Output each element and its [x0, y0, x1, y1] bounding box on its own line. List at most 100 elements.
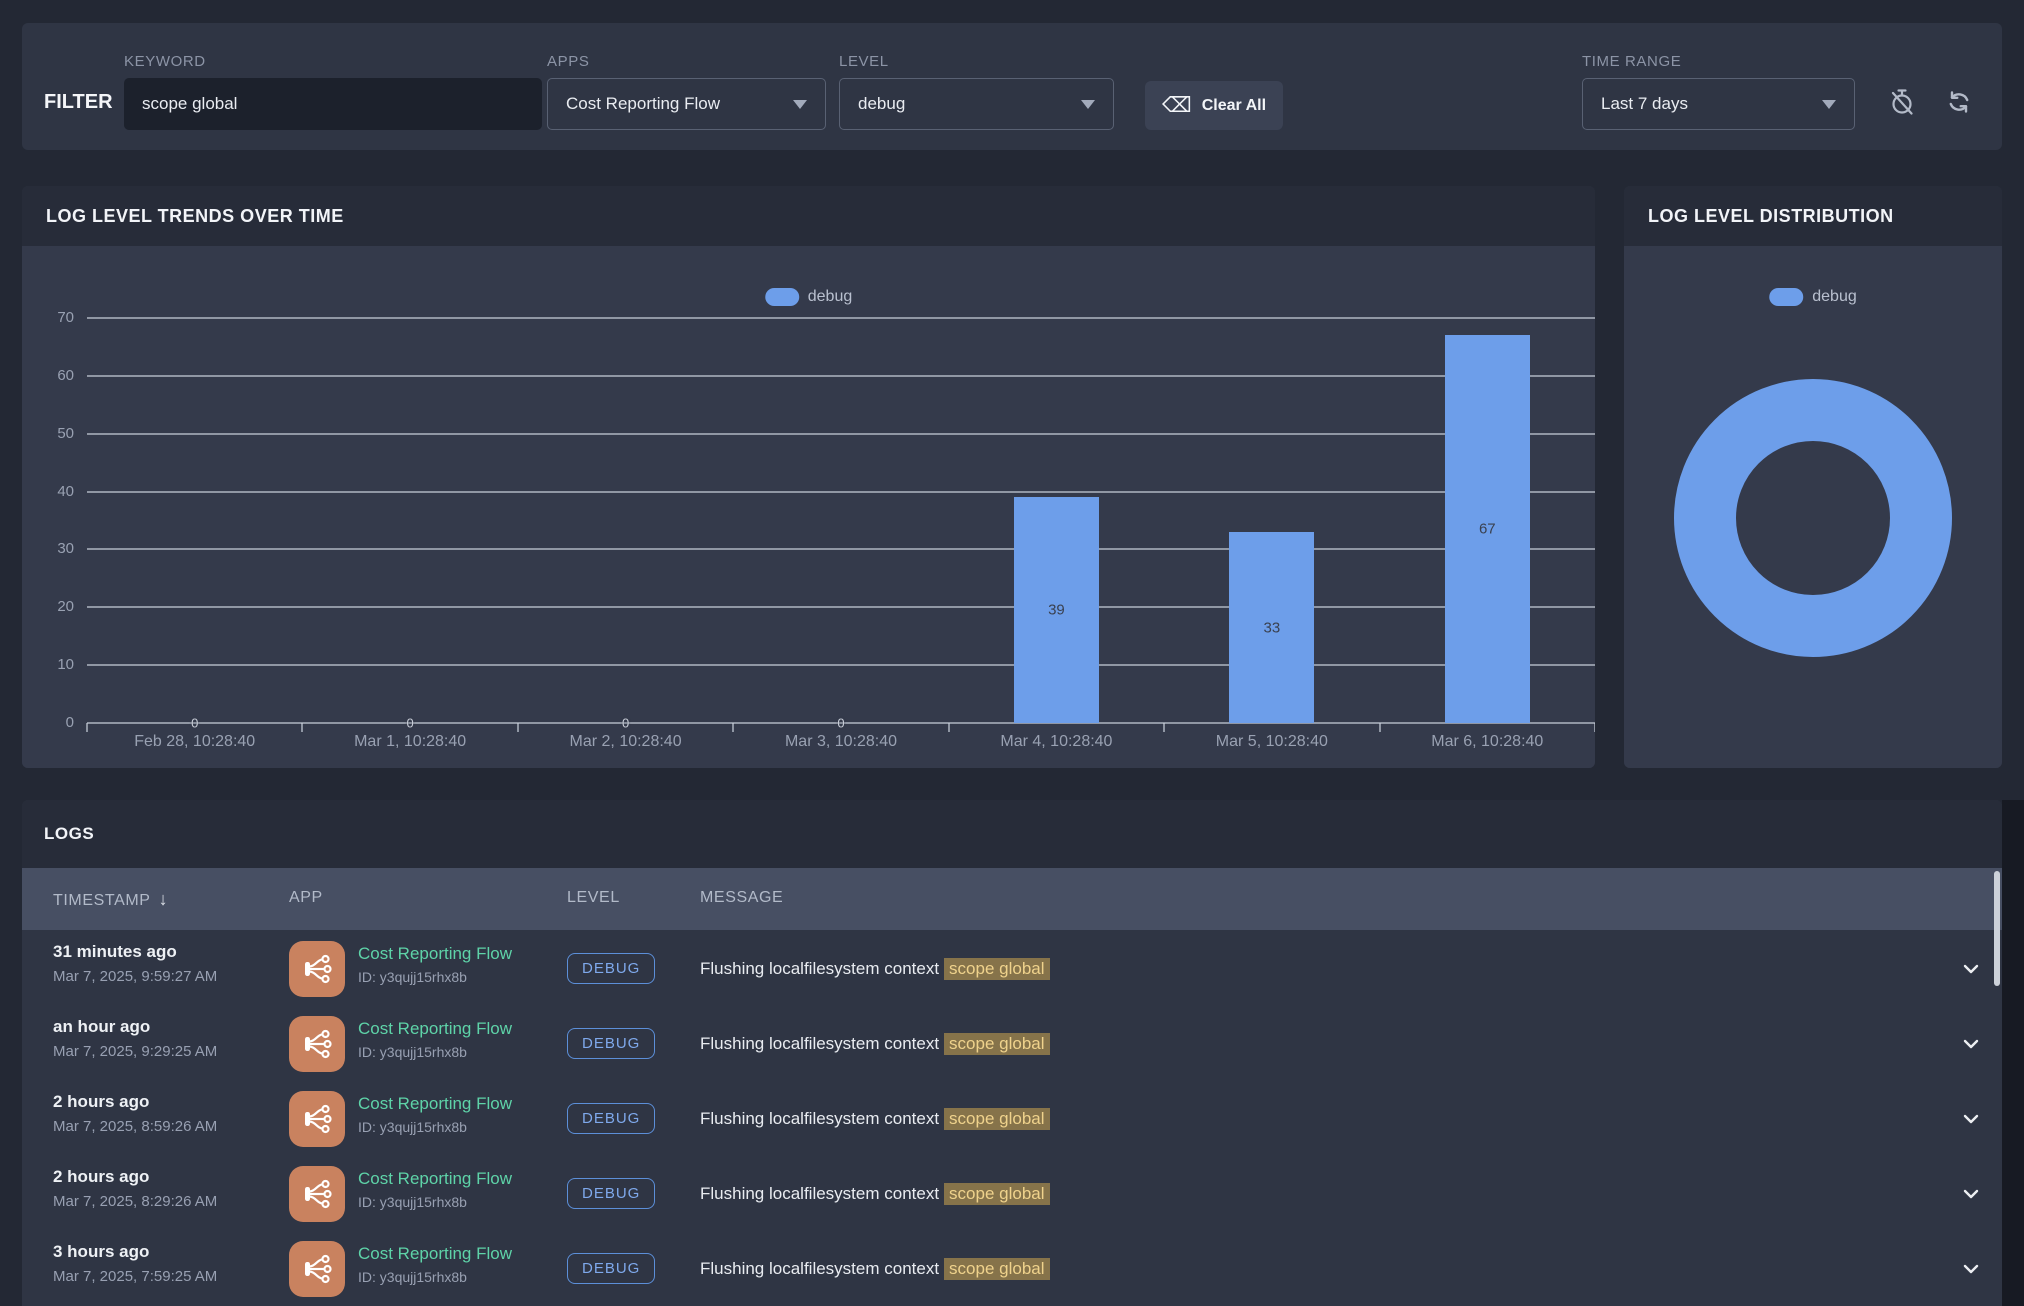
chevron-down-icon[interactable] [1960, 1258, 1982, 1285]
column-header-app[interactable]: APP [289, 889, 323, 907]
level-badge: DEBUG [567, 953, 655, 984]
filter-bar: FILTER KEYWORD APPS Cost Reporting Flow … [22, 23, 2002, 150]
log-dashboard: FILTER KEYWORD APPS Cost Reporting Flow … [0, 0, 2024, 1306]
gridline [87, 491, 1595, 493]
scrollbar-gutter [2002, 800, 2024, 1306]
legend-swatch-debug [1769, 288, 1803, 306]
message-text: Flushing localfilesystem context [700, 1184, 939, 1204]
axis-tick [301, 723, 303, 732]
message-highlight: scope global [944, 958, 1049, 980]
level-badge: DEBUG [567, 1028, 655, 1059]
app-name-link[interactable]: Cost Reporting Flow [358, 1019, 512, 1039]
level-select[interactable]: debug [839, 78, 1114, 130]
gridline [87, 548, 1595, 550]
legend[interactable]: debug [1769, 288, 1857, 306]
refresh-button[interactable] [1944, 87, 1974, 117]
keyword-input[interactable] [124, 78, 542, 130]
app-name-link[interactable]: Cost Reporting Flow [358, 1169, 512, 1189]
workflow-icon [289, 1091, 345, 1147]
bar-chart: debug 010203040506070Feb 28, 10:28:400Ma… [22, 246, 1595, 768]
log-message: Flushing localfilesystem contextscope gl… [700, 1006, 1050, 1081]
trends-panel-header: LOG LEVEL TRENDS OVER TIME [22, 186, 1595, 246]
relative-time: 2 hours ago [53, 1092, 149, 1112]
y-tick-label: 40 [22, 483, 74, 500]
chevron-down-icon[interactable] [1960, 1108, 1982, 1135]
column-header-level[interactable]: LEVEL [567, 889, 620, 907]
bar-debug[interactable]: 39 [1014, 497, 1099, 723]
timestamp: Mar 7, 2025, 7:59:25 AM [53, 1268, 217, 1285]
log-message: Flushing localfilesystem contextscope gl… [700, 1231, 1050, 1306]
timestamp: Mar 7, 2025, 8:59:26 AM [53, 1118, 217, 1135]
column-header-timestamp[interactable]: TIMESTAMP↓ [53, 889, 168, 910]
x-tick-label: Mar 5, 10:28:40 [1216, 733, 1328, 751]
y-tick-label: 60 [22, 367, 74, 384]
table-row[interactable]: an hour agoMar 7, 2025, 9:29:25 AMCost R… [22, 1006, 2002, 1081]
axis-tick [517, 723, 519, 732]
time-range-select[interactable]: Last 7 days [1582, 78, 1855, 130]
logs-table-header: TIMESTAMP↓ APP LEVEL MESSAGE [22, 868, 2002, 930]
time-range-label: TIME RANGE [1582, 53, 1681, 70]
x-tick-label: Mar 2, 10:28:40 [570, 733, 682, 751]
app-id: ID: y3qujj15rhx8b [358, 969, 467, 985]
log-message: Flushing localfilesystem contextscope gl… [700, 931, 1050, 1006]
app-name-link[interactable]: Cost Reporting Flow [358, 944, 512, 964]
bar-value-label: 39 [1014, 602, 1099, 619]
axis-tick [732, 723, 734, 732]
bar-debug[interactable]: 33 [1229, 532, 1314, 723]
y-tick-label: 0 [22, 714, 74, 731]
clear-all-button[interactable]: ⌫ Clear All [1145, 81, 1283, 130]
logs-panel-header: LOGS [22, 800, 2002, 868]
bar-value-label: 0 [622, 716, 629, 731]
scrollbar[interactable] [1994, 871, 2000, 986]
chevron-down-icon [793, 100, 807, 109]
timer-off-button[interactable] [1887, 87, 1917, 117]
gridline [87, 433, 1595, 435]
gridline [87, 375, 1595, 377]
apps-select[interactable]: Cost Reporting Flow [547, 78, 826, 130]
donut-chart[interactable] [1674, 379, 1952, 657]
y-tick-label: 50 [22, 425, 74, 442]
workflow-icon [289, 1166, 345, 1222]
app-id: ID: y3qujj15rhx8b [358, 1044, 467, 1060]
table-row[interactable]: 2 hours ago Mar 7, 2025, 8:59:26 AM Cost R… [22, 1081, 2002, 1156]
legend[interactable]: debug [765, 288, 853, 306]
relative-time: an hour ago [53, 1017, 150, 1037]
app-id: ID: y3qujj15rhx8b [358, 1269, 467, 1285]
logs-panel: LOGS TIMESTAMP↓ APP LEVEL MESSAGE 31 min… [22, 800, 2002, 1306]
column-header-timestamp-label: TIMESTAMP [53, 892, 151, 909]
legend-label-debug: debug [1812, 288, 1857, 306]
axis-tick [1594, 723, 1595, 732]
message-text: Flushing localfilesystem context [700, 1109, 939, 1129]
message-highlight: scope global [944, 1108, 1049, 1130]
gridline [87, 317, 1595, 319]
legend-swatch-debug [765, 288, 799, 306]
donut-chart-area: debug [1624, 246, 2002, 768]
app-id: ID: y3qujj15rhx8b [358, 1194, 467, 1210]
x-tick-label: Feb 28, 10:28:40 [134, 733, 255, 751]
relative-time: 3 hours ago [53, 1242, 149, 1262]
app-name-link[interactable]: Cost Reporting Flow [358, 1244, 512, 1264]
chevron-down-icon[interactable] [1960, 958, 1982, 985]
chevron-down-icon[interactable] [1960, 1033, 1982, 1060]
trends-panel: LOG LEVEL TRENDS OVER TIME debug 0102030… [22, 186, 1595, 768]
level-select-value: debug [858, 94, 905, 114]
relative-time: 31 minutes ago [53, 942, 177, 962]
x-tick-label: Mar 4, 10:28:40 [1000, 733, 1112, 751]
app-name-link[interactable]: Cost Reporting Flow [358, 1094, 512, 1114]
x-tick-label: Mar 1, 10:28:40 [354, 733, 466, 751]
bar-debug[interactable]: 67 [1445, 335, 1530, 723]
message-text: Flushing localfilesystem context [700, 1034, 939, 1054]
chevron-down-icon[interactable] [1960, 1183, 1982, 1210]
y-tick-label: 10 [22, 656, 74, 673]
axis-tick [1379, 723, 1381, 732]
legend-label-debug: debug [808, 288, 853, 306]
column-header-message[interactable]: MESSAGE [700, 889, 783, 907]
app-id: ID: y3qujj15rhx8b [358, 1119, 467, 1135]
table-row[interactable]: 3 hours ago Mar 7, 2025, 7:59:25 AM Cost R… [22, 1231, 2002, 1306]
y-tick-label: 70 [22, 309, 74, 326]
distribution-panel-header: LOG LEVEL DISTRIBUTION [1624, 186, 2002, 246]
message-highlight: scope global [944, 1183, 1049, 1205]
table-row[interactable]: 2 hours agoMar 7, 2025, 8:29:26 AMCost R… [22, 1156, 2002, 1231]
time-range-select-value: Last 7 days [1601, 94, 1688, 114]
table-row[interactable]: 31 minutes agoMar 7, 2025, 9:59:27 AMCos… [22, 931, 2002, 1006]
